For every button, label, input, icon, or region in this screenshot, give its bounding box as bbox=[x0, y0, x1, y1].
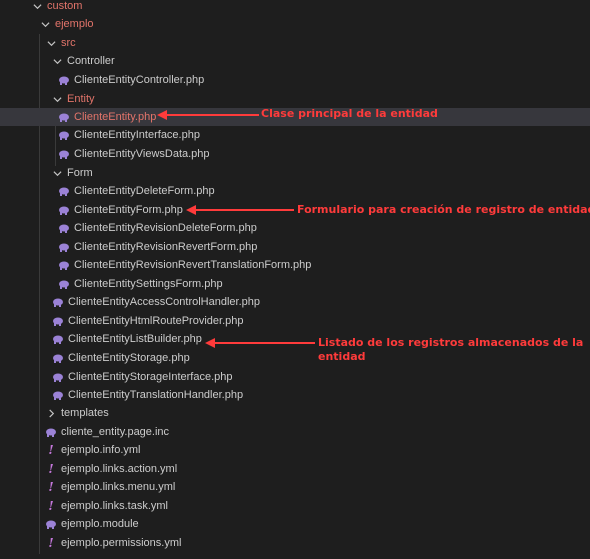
annotation-form: Formulario para creación de registro de … bbox=[297, 203, 590, 216]
file-links-action[interactable]: ! ejemplo.links.action.yml bbox=[0, 460, 590, 478]
folder-templates[interactable]: templates bbox=[0, 404, 590, 422]
php-elephant-icon bbox=[52, 371, 64, 383]
php-elephant-icon bbox=[58, 185, 70, 197]
file-label: ClienteEntityAccessControlHandler.php bbox=[68, 296, 260, 308]
annotation-list-line2: entidad bbox=[318, 350, 366, 363]
file-label: ClienteEntitySettingsForm.php bbox=[74, 278, 223, 290]
annotation-list: Listado de los registros almacenados de … bbox=[318, 336, 583, 364]
file-form-rev-revert-trans[interactable]: ClienteEntityRevisionRevertTranslationFo… bbox=[0, 256, 590, 274]
file-entity-views[interactable]: ClienteEntityViewsData.php bbox=[0, 145, 590, 163]
file-label: ejemplo.links.menu.yml bbox=[61, 481, 176, 493]
php-elephant-icon bbox=[58, 241, 70, 253]
file-info-yml[interactable]: ! ejemplo.info.yml bbox=[0, 441, 590, 459]
folder-label: Form bbox=[67, 167, 93, 179]
folder-label: src bbox=[61, 37, 76, 49]
folder-form[interactable]: Form bbox=[0, 164, 590, 182]
php-elephant-icon bbox=[58, 129, 70, 141]
file-label: ClienteEntityRevisionDeleteForm.php bbox=[74, 222, 257, 234]
chevron-down-icon bbox=[52, 169, 62, 178]
file-form-delete[interactable]: ClienteEntityDeleteForm.php bbox=[0, 182, 590, 200]
php-elephant-icon bbox=[52, 352, 64, 364]
php-elephant-icon bbox=[58, 278, 70, 290]
file-label: ejemplo.links.action.yml bbox=[61, 463, 178, 475]
php-elephant-icon bbox=[52, 389, 64, 401]
file-label: ClienteEntityStorageInterface.php bbox=[68, 371, 233, 383]
file-entity-interface[interactable]: ClienteEntityInterface.php bbox=[0, 126, 590, 144]
file-label: ClienteEntityListBuilder.php bbox=[68, 333, 202, 345]
file-links-task[interactable]: ! ejemplo.links.task.yml bbox=[0, 497, 590, 515]
exclamation-icon: ! bbox=[48, 480, 54, 494]
php-elephant-icon bbox=[52, 333, 64, 345]
folder-label: custom bbox=[47, 0, 83, 12]
file-permissions[interactable]: ! ejemplo.permissions.yml bbox=[0, 534, 590, 552]
folder-ejemplo[interactable]: ejemplo bbox=[0, 15, 590, 33]
file-form-rev-delete[interactable]: ClienteEntityRevisionDeleteForm.php bbox=[0, 219, 590, 237]
php-elephant-icon bbox=[58, 204, 70, 216]
php-elephant-icon bbox=[45, 518, 57, 530]
file-label: ejemplo.module bbox=[61, 518, 139, 530]
php-elephant-icon bbox=[58, 259, 70, 271]
chevron-down-icon bbox=[32, 2, 42, 11]
folder-src[interactable]: src bbox=[0, 34, 590, 52]
php-elephant-icon bbox=[45, 426, 57, 438]
file-label: ClienteEntityStorage.php bbox=[68, 352, 190, 364]
file-form-rev-revert[interactable]: ClienteEntityRevisionRevertForm.php bbox=[0, 238, 590, 256]
folder-label: Entity bbox=[67, 93, 95, 105]
file-storage-interface[interactable]: ClienteEntityStorageInterface.php bbox=[0, 368, 590, 386]
exclamation-icon: ! bbox=[48, 443, 54, 457]
file-label: ClienteEntityForm.php bbox=[74, 204, 183, 216]
exclamation-icon: ! bbox=[48, 536, 54, 550]
file-label: ClienteEntityRevisionRevertForm.php bbox=[74, 241, 258, 253]
chevron-down-icon bbox=[46, 39, 56, 48]
chevron-right-icon bbox=[46, 408, 56, 418]
folder-custom[interactable]: custom bbox=[0, 0, 590, 15]
annotation-arrow-entity bbox=[157, 110, 259, 120]
annotation-entity: Clase principal de la entidad bbox=[261, 107, 438, 120]
chevron-down-icon bbox=[52, 57, 62, 66]
file-label: ClienteEntityRevisionRevertTranslationFo… bbox=[74, 259, 312, 271]
folder-label: Controller bbox=[67, 55, 115, 67]
file-label: ejemplo.permissions.yml bbox=[61, 537, 182, 549]
file-translation-handler[interactable]: ClienteEntityTranslationHandler.php bbox=[0, 386, 590, 404]
php-elephant-icon bbox=[52, 315, 64, 327]
folder-entity[interactable]: Entity bbox=[0, 90, 590, 108]
php-elephant-icon bbox=[58, 111, 70, 123]
file-page-inc[interactable]: cliente_entity.page.inc bbox=[0, 423, 590, 441]
chevron-down-icon bbox=[52, 95, 62, 104]
file-controller[interactable]: ClienteEntityController.php bbox=[0, 71, 590, 89]
exclamation-icon: ! bbox=[48, 499, 54, 513]
php-elephant-icon bbox=[58, 148, 70, 160]
file-access-handler[interactable]: ClienteEntityAccessControlHandler.php bbox=[0, 293, 590, 311]
file-label: ClienteEntityDeleteForm.php bbox=[74, 185, 215, 197]
file-label: ClienteEntityViewsData.php bbox=[74, 148, 210, 160]
file-form-settings[interactable]: ClienteEntitySettingsForm.php bbox=[0, 275, 590, 293]
php-elephant-icon bbox=[52, 296, 64, 308]
folder-label: templates bbox=[61, 407, 109, 419]
file-label: ClienteEntityTranslationHandler.php bbox=[68, 389, 244, 401]
file-label: ClienteEntity.php bbox=[74, 111, 157, 123]
annotation-arrow-list bbox=[205, 338, 315, 348]
php-elephant-icon bbox=[58, 222, 70, 234]
file-html-route[interactable]: ClienteEntityHtmlRouteProvider.php bbox=[0, 312, 590, 330]
annotation-list-line1: Listado de los registros almacenados de … bbox=[318, 336, 584, 349]
file-label: ClienteEntityController.php bbox=[74, 74, 205, 86]
folder-label: ejemplo bbox=[55, 18, 94, 30]
file-label: ejemplo.links.task.yml bbox=[61, 500, 168, 512]
php-elephant-icon bbox=[58, 74, 70, 86]
chevron-down-icon bbox=[40, 20, 50, 29]
file-explorer-tree: custom ejemplo src Controller ClienteEnt… bbox=[0, 0, 590, 559]
file-label: cliente_entity.page.inc bbox=[61, 426, 170, 438]
file-links-menu[interactable]: ! ejemplo.links.menu.yml bbox=[0, 478, 590, 496]
file-label: ClienteEntityInterface.php bbox=[74, 129, 200, 141]
folder-controller[interactable]: Controller bbox=[0, 52, 590, 70]
file-module[interactable]: ejemplo.module bbox=[0, 515, 590, 533]
file-label: ejemplo.info.yml bbox=[61, 444, 141, 456]
exclamation-icon: ! bbox=[48, 462, 54, 476]
annotation-arrow-form bbox=[186, 205, 294, 215]
file-label: ClienteEntityHtmlRouteProvider.php bbox=[68, 315, 244, 327]
